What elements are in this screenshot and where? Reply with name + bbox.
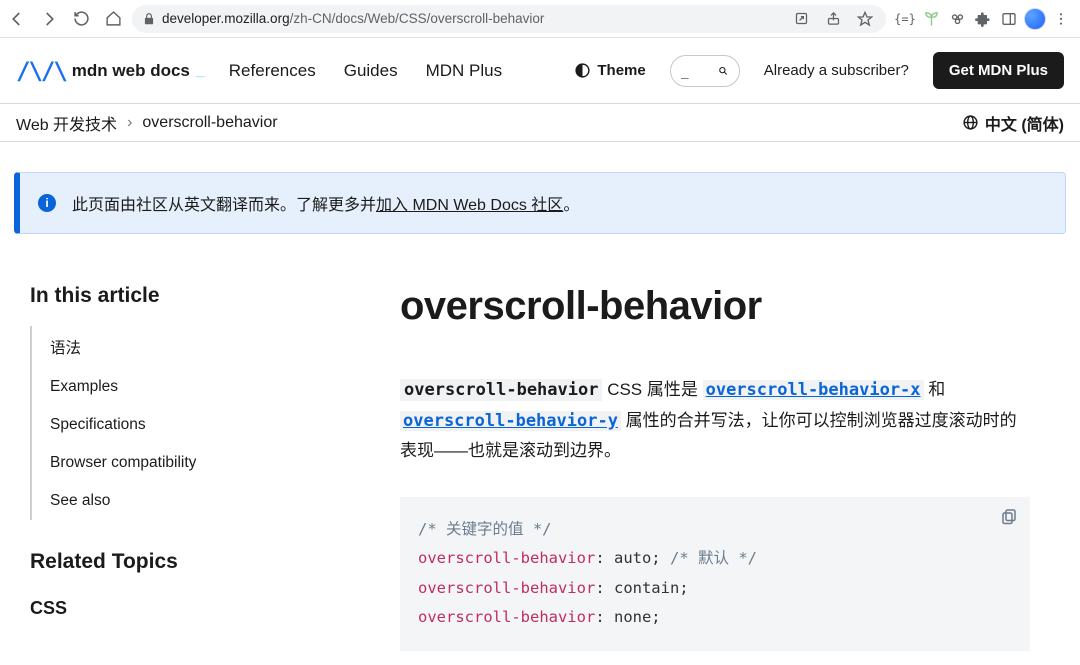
sidebar: In this article 语法 Examples Specificatio… [24, 284, 354, 651]
chevron-right-icon: › [127, 114, 132, 132]
plant-icon[interactable] [918, 6, 944, 32]
globe-icon [962, 114, 979, 131]
mdn-logo-cursor: _ [196, 62, 205, 80]
banner-text-1: 此页面由社区从英文翻译而来。了解更多并 [72, 197, 376, 214]
related-topics-title: Related Topics [30, 550, 354, 574]
url-host: developer.mozilla.org [162, 11, 290, 26]
related-css-link[interactable]: CSS [30, 598, 354, 619]
copy-icon[interactable] [1000, 507, 1018, 525]
home-button[interactable] [100, 6, 126, 32]
devtools-icon[interactable]: {=} [892, 6, 918, 32]
lock-icon [142, 12, 156, 26]
open-external-icon[interactable] [788, 6, 814, 32]
search-field[interactable] [670, 55, 740, 87]
back-button[interactable] [4, 6, 30, 32]
article: overscroll-behavior overscroll-behavior … [400, 284, 1056, 651]
cloud-icon[interactable] [944, 6, 970, 32]
search-input[interactable] [681, 63, 713, 79]
bookmark-star-icon[interactable] [852, 6, 878, 32]
theme-toggle[interactable]: Theme [574, 62, 645, 79]
link-overscroll-y[interactable]: overscroll-behavior-y [400, 411, 621, 431]
address-bar[interactable]: developer.mozilla.org/zh-CN/docs/Web/CSS… [132, 5, 886, 33]
summary-paragraph: overscroll-behavior CSS 属性是 overscroll-b… [400, 375, 1030, 467]
side-panel-icon[interactable] [996, 6, 1022, 32]
url-path: /zh-CN/docs/Web/CSS/overscroll-behavior [290, 11, 545, 26]
toc-item[interactable]: Examples [32, 368, 354, 406]
get-plus-button[interactable]: Get MDN Plus [933, 52, 1064, 89]
search-icon [718, 63, 729, 79]
forward-button[interactable] [36, 6, 62, 32]
toc-item[interactable]: Specifications [32, 406, 354, 444]
toc-item[interactable]: Browser compatibility [32, 444, 354, 482]
banner-text-2: 。 [563, 197, 579, 214]
chrome-right-icons: {=} [892, 6, 1074, 32]
nav-plus[interactable]: MDN Plus [426, 61, 503, 81]
share-icon[interactable] [820, 6, 846, 32]
browser-chrome: developer.mozilla.org/zh-CN/docs/Web/CSS… [0, 0, 1080, 38]
primary-nav: References Guides MDN Plus [229, 61, 502, 81]
nav-guides[interactable]: Guides [344, 61, 398, 81]
toc-item[interactable]: See also [32, 482, 354, 520]
banner-link[interactable]: 加入 MDN Web Docs 社区 [376, 197, 563, 214]
menu-dots-icon[interactable] [1048, 6, 1074, 32]
toc-item[interactable]: 语法 [32, 326, 354, 368]
breadcrumb-root[interactable]: Web 开发技术 [16, 111, 117, 135]
breadcrumb: Web 开发技术 › overscroll-behavior 中文 (简体) [0, 104, 1080, 142]
mdn-header: /\/\ mdn web docs _ References Guides MD… [0, 38, 1080, 104]
info-icon: i [38, 194, 56, 212]
mdn-logo[interactable]: /\/\ mdn web docs _ [16, 57, 205, 85]
code-block: /* 关键字的值 */ overscroll-behavior: auto; /… [400, 497, 1030, 651]
translation-banner: i 此页面由社区从英文翻译而来。了解更多并加入 MDN Web Docs 社区。 [14, 172, 1066, 234]
toc: 语法 Examples Specifications Browser compa… [30, 326, 354, 520]
link-overscroll-x[interactable]: overscroll-behavior-x [703, 380, 924, 400]
extensions-icon[interactable] [970, 6, 996, 32]
breadcrumb-page[interactable]: overscroll-behavior [142, 114, 277, 132]
language-label: 中文 (简体) [985, 111, 1064, 135]
code-term: overscroll-behavior [400, 379, 602, 401]
profile-avatar[interactable] [1022, 6, 1048, 32]
subscriber-link[interactable]: Already a subscriber? [764, 62, 909, 79]
language-picker[interactable]: 中文 (简体) [962, 111, 1064, 135]
mdn-logo-text: mdn web docs [72, 61, 190, 81]
page-title: overscroll-behavior [400, 284, 1030, 329]
nav-references[interactable]: References [229, 61, 316, 81]
reload-button[interactable] [68, 6, 94, 32]
theme-label: Theme [597, 62, 645, 79]
in-this-article-title: In this article [30, 284, 354, 308]
url-text: developer.mozilla.org/zh-CN/docs/Web/CSS… [162, 11, 782, 26]
mdn-logo-glyph: /\/\ [16, 57, 66, 85]
